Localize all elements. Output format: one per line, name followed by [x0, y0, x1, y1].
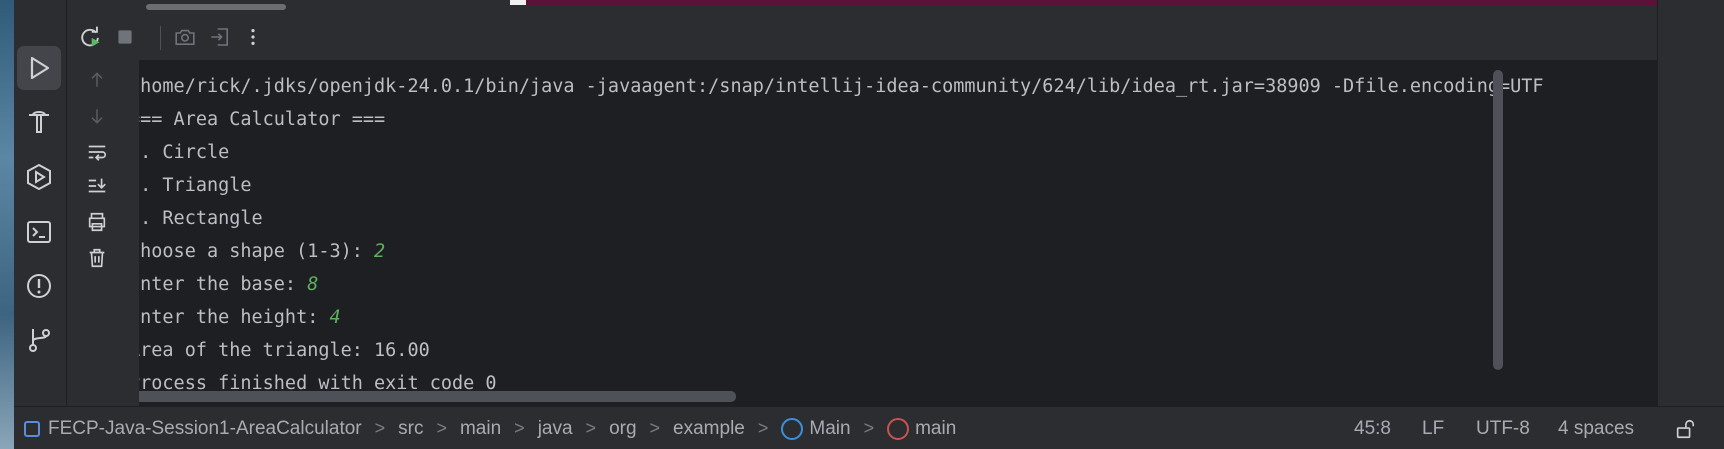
- console-horizontal-scrollbar[interactable]: [139, 391, 736, 402]
- file-encoding[interactable]: UTF-8: [1476, 407, 1530, 449]
- top-scrollbar[interactable]: [146, 4, 286, 10]
- breadcrumb-separator: >: [514, 418, 525, 438]
- run-icon[interactable]: [17, 46, 61, 90]
- line-separator[interactable]: LF: [1422, 407, 1444, 449]
- module-icon: [24, 420, 40, 437]
- breadcrumb-src[interactable]: src: [398, 418, 423, 440]
- services-icon[interactable]: [17, 155, 61, 199]
- more-vertical-icon[interactable]: [238, 22, 268, 52]
- soft-wrap-icon[interactable]: [83, 138, 111, 166]
- camera-icon[interactable]: [170, 22, 200, 52]
- status-bar: FECP-Java-Session1-AreaCalculator > src …: [14, 406, 1724, 449]
- console-line-shape: Choose a shape (1-3): 2: [139, 235, 1544, 268]
- console-line-height: Enter the height: 4: [139, 301, 1544, 334]
- stop-icon[interactable]: [110, 22, 140, 52]
- left-tool-strip: [14, 0, 67, 406]
- ide-window: /home/rick/.jdks/openjdk-24.0.1/bin/java…: [0, 0, 1724, 449]
- breadcrumb-separator: >: [436, 418, 447, 438]
- terminal-icon[interactable]: [17, 210, 61, 254]
- git-icon[interactable]: [17, 318, 61, 362]
- breadcrumb-java[interactable]: java: [538, 418, 573, 440]
- console-line-result: Area of the triangle: 16.00: [139, 340, 430, 361]
- console-line-option3: 3. Rectangle: [139, 208, 263, 229]
- trash-icon[interactable]: [83, 244, 111, 272]
- build-hammer-icon[interactable]: [17, 100, 61, 144]
- run-panel: /home/rick/.jdks/openjdk-24.0.1/bin/java…: [67, 12, 1723, 406]
- breadcrumb-separator: >: [757, 418, 769, 438]
- arrow-down-icon[interactable]: [83, 102, 111, 130]
- console-line-option1: 1. Circle: [139, 142, 230, 163]
- print-icon[interactable]: [83, 208, 111, 236]
- toolbar-separator: [160, 26, 161, 50]
- console-line-base: Enter the base: 8: [139, 268, 1544, 301]
- prompt-height: Enter the height:: [139, 307, 330, 328]
- method-icon: [887, 417, 910, 440]
- breadcrumb-separator: >: [863, 418, 875, 438]
- breadcrumb-method[interactable]: main: [915, 418, 956, 440]
- breadcrumb-separator: >: [585, 418, 597, 438]
- run-toolbar: [67, 12, 1657, 60]
- breadcrumb-project[interactable]: FECP-Java-Session1-AreaCalculator: [48, 418, 362, 440]
- breadcrumb-class[interactable]: Main: [809, 418, 850, 440]
- console-line-option2: 2. Triangle: [139, 175, 252, 196]
- prompt-base: Enter the base:: [139, 274, 308, 295]
- desktop-wallpaper-edge: [0, 0, 14, 449]
- lock-icon[interactable]: [1674, 407, 1696, 449]
- right-tool-strip: [1657, 0, 1724, 406]
- scroll-to-end-icon[interactable]: [83, 172, 111, 200]
- rerun-icon[interactable]: [75, 22, 105, 52]
- input-base: 8: [307, 274, 319, 295]
- exit-icon[interactable]: [205, 22, 235, 52]
- arrow-up-icon[interactable]: [83, 66, 111, 94]
- class-icon: [781, 417, 804, 440]
- console-output[interactable]: /home/rick/.jdks/openjdk-24.0.1/bin/java…: [139, 60, 1723, 406]
- indent-setting[interactable]: 4 spaces: [1558, 407, 1634, 449]
- prompt-shape: Choose a shape (1-3):: [139, 241, 375, 262]
- breadcrumb-main[interactable]: main: [460, 418, 501, 440]
- breadcrumb: FECP-Java-Session1-AreaCalculator > src …: [24, 407, 956, 449]
- console-vertical-scrollbar[interactable]: [1493, 70, 1503, 370]
- breadcrumb-example[interactable]: example: [673, 418, 745, 440]
- top-strip-marker: [510, 0, 526, 5]
- console-line-command: /home/rick/.jdks/openjdk-24.0.1/bin/java…: [139, 76, 1544, 97]
- problems-icon[interactable]: [17, 264, 61, 308]
- breadcrumb-org[interactable]: org: [609, 418, 636, 440]
- console-gutter: [67, 60, 139, 406]
- input-height: 4: [329, 307, 341, 328]
- caret-position[interactable]: 45:8: [1354, 407, 1391, 449]
- console-line-header: === Area Calculator ===: [139, 109, 386, 130]
- input-shape: 2: [374, 241, 386, 262]
- breadcrumb-separator: >: [649, 418, 661, 438]
- breadcrumb-separator: >: [374, 418, 386, 438]
- window-top-strip: [510, 0, 1724, 5]
